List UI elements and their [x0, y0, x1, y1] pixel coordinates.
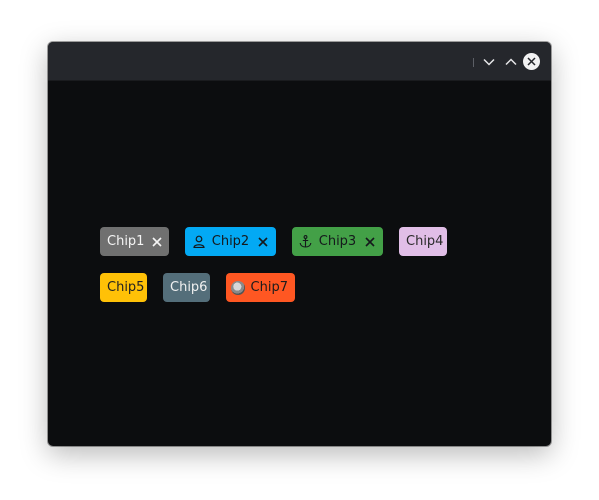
anchor-icon — [300, 235, 312, 248]
chevron-up-icon — [504, 57, 517, 65]
chip-2-lead — [192, 235, 206, 249]
maximize-button[interactable] — [501, 52, 520, 71]
app-window: Chip1 Chip2 Chip3 Chip4 Chip5 Chip6 Chip… — [48, 42, 551, 446]
person-icon — [193, 235, 205, 248]
chip-5[interactable]: Chip5 — [100, 273, 147, 302]
close-icon — [152, 236, 163, 247]
chip-2-delete-button[interactable] — [257, 236, 269, 248]
avatar-icon — [231, 280, 245, 295]
chip-label: Chip1 — [107, 234, 145, 249]
chevron-down-icon — [482, 58, 495, 66]
chip-label: Chip3 — [318, 234, 357, 249]
chip-2[interactable]: Chip2 — [185, 227, 276, 256]
chip-label: Chip7 — [250, 280, 288, 295]
chip-3[interactable]: Chip3 — [292, 227, 383, 256]
title-bar-separator — [473, 58, 474, 67]
chip-label: Chip6 — [170, 280, 208, 295]
close-icon — [527, 57, 536, 66]
chip-6[interactable]: Chip6 — [163, 273, 210, 302]
minimize-button[interactable] — [479, 52, 498, 71]
chip-7[interactable]: Chip7 — [226, 273, 295, 302]
chip-label: Chip2 — [211, 234, 250, 249]
close-icon — [258, 236, 268, 247]
chip-label: Chip5 — [107, 280, 145, 295]
title-bar — [48, 42, 551, 81]
chip-1[interactable]: Chip1 — [100, 227, 169, 256]
chip-3-delete-button[interactable] — [364, 236, 376, 248]
chip-4[interactable]: Chip4 — [399, 227, 447, 256]
close-icon — [365, 236, 375, 247]
chip-3-lead — [299, 235, 313, 249]
chip-1-delete-button[interactable] — [152, 236, 163, 248]
close-button[interactable] — [522, 52, 541, 71]
chip-label: Chip4 — [406, 234, 444, 249]
